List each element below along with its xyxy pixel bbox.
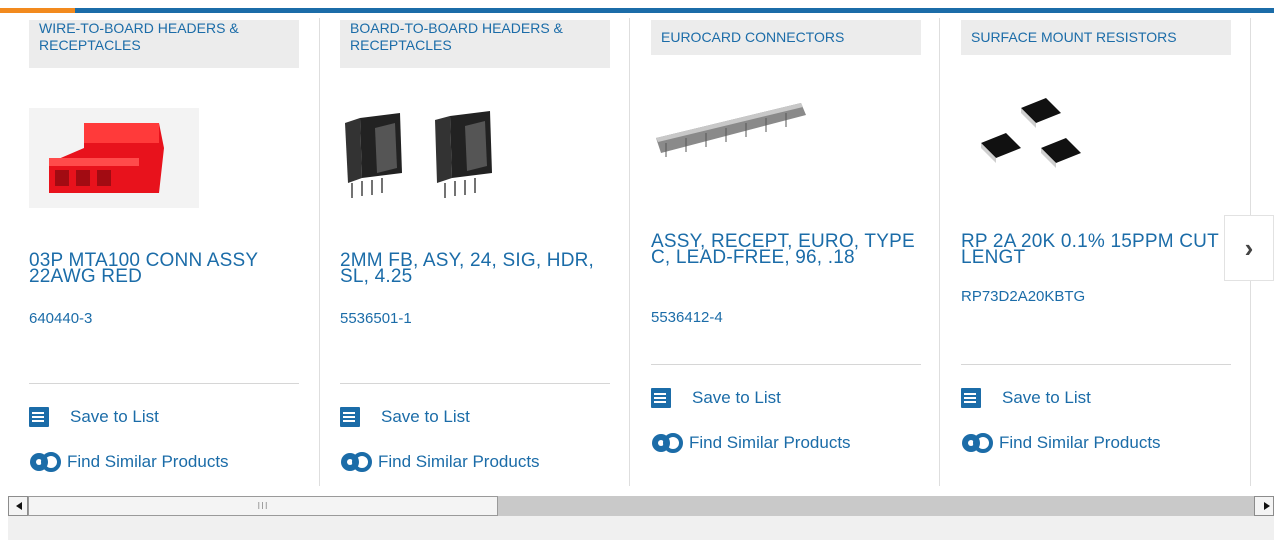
divider-line [961,364,1231,365]
product-image[interactable] [340,108,515,203]
product-card: SURFACE MOUNT RESISTORS RP 2A 20K 0.1% 1… [961,13,1253,483]
gears-icon [652,433,683,453]
gears-icon [30,452,61,472]
find-similar-button[interactable]: Find Similar Products [340,450,540,474]
product-card: WIRE-TO-BOARD HEADERS & RECEPTACLES 03P … [29,13,321,483]
save-to-list-button[interactable]: Save to List [29,405,159,429]
scroll-right-button[interactable] [1254,496,1274,516]
product-title[interactable]: RP 2A 20K 0.1% 15PPM CUT LENGT [961,232,1229,267]
category-label[interactable]: EUROCARD CONNECTORS [651,20,921,55]
category-label[interactable]: SURFACE MOUNT RESISTORS [961,20,1231,55]
product-image[interactable] [651,93,811,168]
save-to-list-button[interactable]: Save to List [961,386,1091,410]
checklist-icon [340,407,360,427]
divider-line [340,383,610,384]
divider-line [651,364,921,365]
product-title[interactable]: ASSY, RECEPT, EURO, TYPE C, LEAD-FREE, 9… [651,232,919,267]
part-number[interactable]: RP73D2A20KBTG [961,288,1085,305]
gears-icon [341,452,372,472]
find-similar-button[interactable]: Find Similar Products [961,431,1161,455]
product-title[interactable]: 03P MTA100 CONN ASSY 22AWG RED [29,251,297,286]
card-divider [319,18,320,486]
carousel-next-button[interactable]: › [1224,215,1274,281]
chevron-right-icon: › [1244,232,1254,263]
part-number[interactable]: 5536501-1 [340,310,412,327]
product-image[interactable] [29,108,199,208]
gears-icon [962,433,993,453]
category-label[interactable]: BOARD-TO-BOARD HEADERS & RECEPTACLES [340,20,610,68]
save-to-list-button[interactable]: Save to List [340,405,470,429]
find-similar-button[interactable]: Find Similar Products [29,450,229,474]
part-number[interactable]: 640440-3 [29,310,92,327]
checklist-icon [961,388,981,408]
part-number[interactable]: 5536412-4 [651,309,723,326]
product-image[interactable] [961,88,1101,188]
product-title[interactable]: 2MM FB, ASY, 24, SIG, HDR, SL, 4.25 [340,251,608,286]
scrollbar-thumb[interactable]: III [28,496,498,516]
horizontal-scrollbar[interactable]: III [8,496,1274,516]
page-footer [8,516,1274,540]
category-label[interactable]: WIRE-TO-BOARD HEADERS & RECEPTACLES [29,20,299,68]
product-card: BOARD-TO-BOARD HEADERS & RECEPTACLES 2MM… [340,13,632,483]
find-similar-button[interactable]: Find Similar Products [651,431,851,455]
checklist-icon [651,388,671,408]
save-to-list-button[interactable]: Save to List [651,386,781,410]
card-divider [939,18,940,486]
scroll-left-button[interactable] [8,496,28,516]
checklist-icon [29,407,49,427]
product-card: EUROCARD CONNECTORS ASSY, RECEPT, EURO, … [651,13,943,483]
divider-line [29,383,299,384]
card-divider [629,18,630,486]
